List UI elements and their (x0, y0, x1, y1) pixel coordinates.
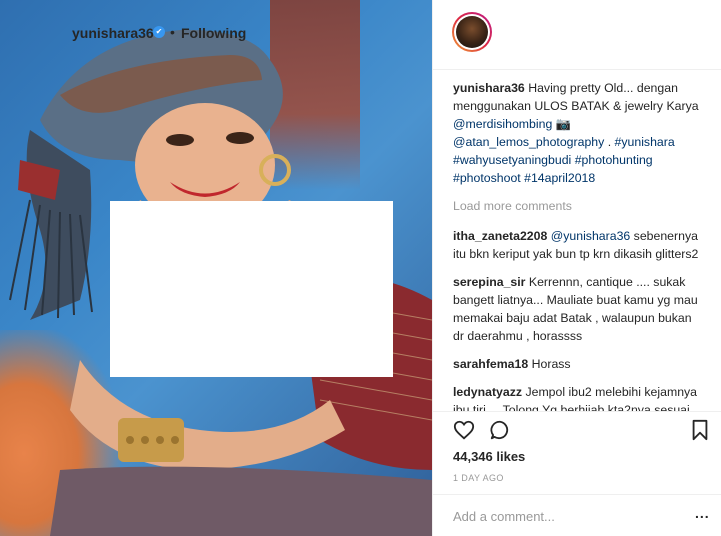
header-separator-dot: • (170, 24, 175, 40)
comment-username[interactable]: serepina_sir (453, 275, 525, 289)
post-header (433, 0, 721, 70)
comment-username[interactable]: sarahfema18 (453, 357, 528, 371)
post-username[interactable]: yunishara36 (72, 25, 154, 41)
caption-username[interactable]: yunishara36 (453, 81, 525, 95)
camera-emoji-icon: 📷 (555, 117, 572, 131)
censor-box (110, 201, 393, 377)
action-bar (433, 411, 721, 451)
comment-item: itha_zaneta2208 @yunishara36 sebenernya … (453, 227, 701, 263)
caption-text-2: . (604, 135, 615, 149)
caption-mention-2[interactable]: @atan_lemos_photography (453, 135, 604, 149)
save-bookmark-icon[interactable] (690, 419, 710, 441)
likes-count[interactable]: 44,346 likes (453, 449, 525, 464)
more-options-icon[interactable]: ... (695, 505, 710, 521)
comment-username[interactable]: ledynatyazz (453, 385, 522, 399)
comment-item: serepina_sir Kerrennn, cantique .... suk… (453, 273, 701, 345)
like-heart-icon[interactable] (453, 419, 475, 441)
comment-item: ledynatyazz Jempol ibu2 melebihi kejamny… (453, 383, 701, 411)
avatar-image (456, 16, 488, 48)
comments-list[interactable]: yunishara36 Having pretty Old... dengan … (433, 71, 721, 411)
comment-bubble-icon[interactable] (489, 419, 511, 441)
following-button[interactable]: Following (181, 25, 246, 41)
verified-badge-icon: ✔ (153, 26, 165, 38)
comment-mention[interactable]: @yunishara36 (551, 229, 630, 243)
add-comment-input[interactable]: Add a comment... (453, 509, 555, 524)
post-photo[interactable] (0, 0, 432, 536)
comment-item: sarahfema18 Horass (453, 355, 701, 373)
comment-username[interactable]: itha_zaneta2208 (453, 229, 547, 243)
profile-avatar[interactable] (452, 12, 492, 52)
comment-text: Horass (531, 357, 571, 371)
load-more-comments-link[interactable]: Load more comments (453, 197, 701, 215)
caption: yunishara36 Having pretty Old... dengan … (453, 79, 701, 187)
add-comment-bar: Add a comment... ... (433, 494, 721, 536)
post-timestamp[interactable]: 1 DAY AGO (453, 473, 504, 483)
caption-mention-1[interactable]: @merdisihombing (453, 117, 552, 131)
